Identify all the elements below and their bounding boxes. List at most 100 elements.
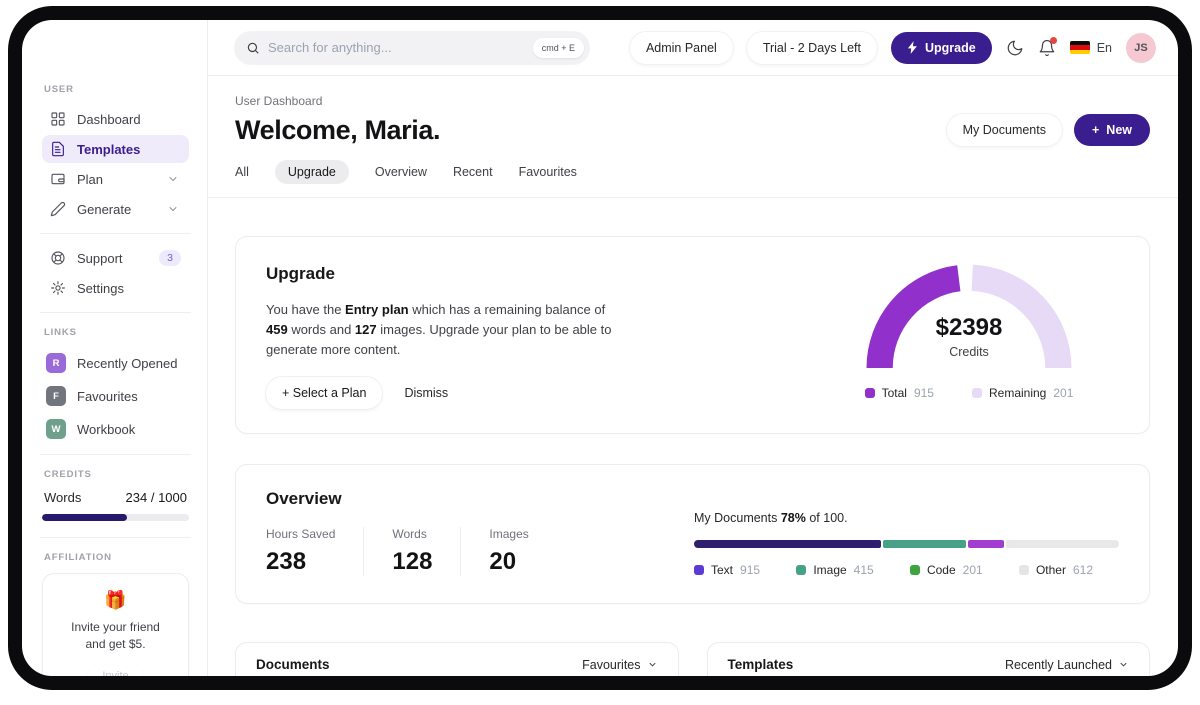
- tab-recent[interactable]: Recent: [453, 160, 493, 184]
- caption-text: of 100.: [805, 511, 848, 526]
- affiliation-line1: Invite your friend: [71, 620, 160, 634]
- stacked-progress-bar: [694, 540, 1119, 549]
- german-flag-icon: [1069, 41, 1090, 54]
- sidebar-item-label: Support: [77, 250, 123, 266]
- gift-icon: 🎁: [104, 590, 127, 610]
- sidebar-item-support[interactable]: Support 3: [42, 244, 189, 272]
- bar-segment-image: [883, 540, 966, 549]
- sidebar-link-label: Workbook: [77, 421, 136, 437]
- tab-favourites[interactable]: Favourites: [519, 160, 577, 184]
- templates-card-header: Templates Recently Launched: [708, 643, 1150, 676]
- sidebar-item-label: Templates: [77, 141, 141, 157]
- plus-icon: +: [1091, 123, 1100, 137]
- legend-value: 201: [1053, 386, 1074, 400]
- search-input[interactable]: [260, 40, 533, 55]
- legend-label: Remaining: [988, 386, 1047, 400]
- upgrade-card: Upgrade You have the Entry plan which ha…: [235, 236, 1150, 435]
- bottom-row: Documents Favourites Untitled Document i…: [235, 642, 1150, 676]
- sidebar-link-label: Recently Opened: [77, 355, 178, 371]
- legend-swatch: [1018, 565, 1029, 576]
- gauge-legend: Total 915 Remaining 201: [863, 386, 1075, 400]
- legend-value: 915: [740, 563, 761, 578]
- credits-row: Words 234 / 1000: [44, 490, 187, 505]
- credits-value: 234 / 1000: [125, 490, 187, 505]
- stat-words: Words 128: [363, 527, 460, 577]
- sidebar-item-label: Settings: [77, 280, 124, 296]
- documents-filter-dropdown[interactable]: Favourites: [582, 658, 657, 672]
- pencil-icon: [50, 201, 66, 217]
- legend-label: Code: [926, 563, 956, 578]
- templates-filter-dropdown[interactable]: Recently Launched: [1005, 658, 1129, 672]
- legend-value: 415: [853, 563, 874, 578]
- body-text: You have the: [266, 302, 346, 317]
- device-frame: USER Dashboard Templates Plan Generate S…: [8, 6, 1192, 690]
- dismiss-button[interactable]: Dismiss: [404, 386, 448, 400]
- search-icon: [247, 42, 259, 54]
- sidebar-item-label: Generate: [77, 201, 132, 217]
- sidebar-link-favourites[interactable]: F Favourites: [42, 381, 189, 411]
- stat-label: Images: [489, 527, 529, 542]
- moon-icon: [1007, 40, 1023, 55]
- trial-status-button[interactable]: Trial - 2 Days Left: [746, 31, 877, 64]
- sidebar-item-plan[interactable]: Plan: [42, 165, 189, 193]
- documents-card-title: Documents: [256, 657, 330, 673]
- filter-label: Recently Launched: [1004, 657, 1112, 672]
- lifebuoy-icon: [51, 251, 65, 265]
- gauge-amount: $2398: [935, 314, 1003, 341]
- body-bold: Entry plan: [345, 302, 409, 317]
- sidebar-item-dashboard[interactable]: Dashboard: [42, 105, 189, 133]
- link-initial-badge: F: [46, 386, 66, 406]
- chevron-down-icon: [169, 207, 177, 211]
- affiliation-line2: and get $5.: [85, 637, 146, 652]
- credits-progress-track: [42, 514, 189, 521]
- templates-card: Templates Recently Launched Blog Post Ti…: [706, 642, 1150, 676]
- legend-item-total: Total 915: [864, 386, 934, 400]
- filter-label: Favourites: [582, 657, 641, 672]
- sidebar-section-affiliation: AFFILIATION: [44, 552, 112, 563]
- tab-all[interactable]: All: [235, 160, 249, 184]
- legend-item-text: Text 915: [694, 563, 760, 577]
- legend-swatch: [694, 565, 704, 576]
- invite-button[interactable]: Invite: [88, 665, 143, 676]
- sidebar-link-workbook[interactable]: W Workbook: [42, 414, 189, 444]
- admin-panel-button[interactable]: Admin Panel: [629, 31, 733, 64]
- tab-upgrade[interactable]: Upgrade: [274, 160, 349, 184]
- link-initial-badge: R: [46, 353, 66, 373]
- language-selector[interactable]: En: [1069, 41, 1112, 55]
- lightning-icon: [907, 41, 917, 54]
- tab-overview[interactable]: Overview: [375, 160, 427, 184]
- search-shortcut-chip: cmd + E: [532, 37, 584, 58]
- affiliation-card: 🎁 Invite your friend and get $5. Invite: [42, 573, 189, 676]
- tabs: All Upgrade Overview Recent Favourites: [235, 160, 1150, 184]
- overview-left: Overview Hours Saved 238 Words 128 Image…: [266, 489, 557, 577]
- main-area: cmd + E Admin Panel Trial - 2 Days Left …: [208, 20, 1178, 676]
- breadcrumb: User Dashboard: [235, 94, 323, 108]
- sidebar-item-settings[interactable]: Settings: [42, 274, 189, 302]
- credits-label: Words: [44, 490, 82, 505]
- sidebar-link-recently-opened[interactable]: R Recently Opened: [42, 348, 189, 378]
- legend-value: 915: [913, 386, 934, 400]
- title-row: Welcome, Maria. My Documents + New: [235, 114, 1150, 146]
- upgrade-button[interactable]: Upgrade: [891, 31, 992, 64]
- dark-mode-toggle[interactable]: [1006, 39, 1024, 57]
- legend-swatch: [971, 388, 982, 398]
- select-plan-button[interactable]: + Select a Plan: [266, 377, 383, 410]
- user-avatar[interactable]: JS: [1126, 32, 1156, 63]
- sidebar-item-label: Plan: [77, 171, 104, 187]
- page-title: Welcome, Maria.: [235, 114, 441, 145]
- title-actions: My Documents + New: [946, 114, 1150, 146]
- legend-item-code: Code 201: [909, 563, 983, 578]
- notifications-button[interactable]: [1038, 36, 1057, 57]
- new-button[interactable]: + New: [1073, 114, 1150, 146]
- sidebar-item-generate[interactable]: Generate: [42, 195, 189, 223]
- my-documents-button[interactable]: My Documents: [946, 114, 1062, 146]
- templates-card-title: Templates: [727, 657, 794, 673]
- body-text: words and: [287, 322, 355, 338]
- sidebar-item-templates[interactable]: Templates: [42, 135, 189, 163]
- bar-legend: Text 915 Image 415 Code 201 Other 612: [694, 563, 1119, 577]
- caption-percent: 78%: [780, 511, 806, 526]
- credits-gauge: $2398 Credits Total 915 Remaining 201: [863, 264, 1075, 409]
- legend-label: Image: [813, 563, 847, 578]
- search-bar[interactable]: cmd + E: [234, 30, 590, 65]
- sidebar-divider: [40, 233, 191, 234]
